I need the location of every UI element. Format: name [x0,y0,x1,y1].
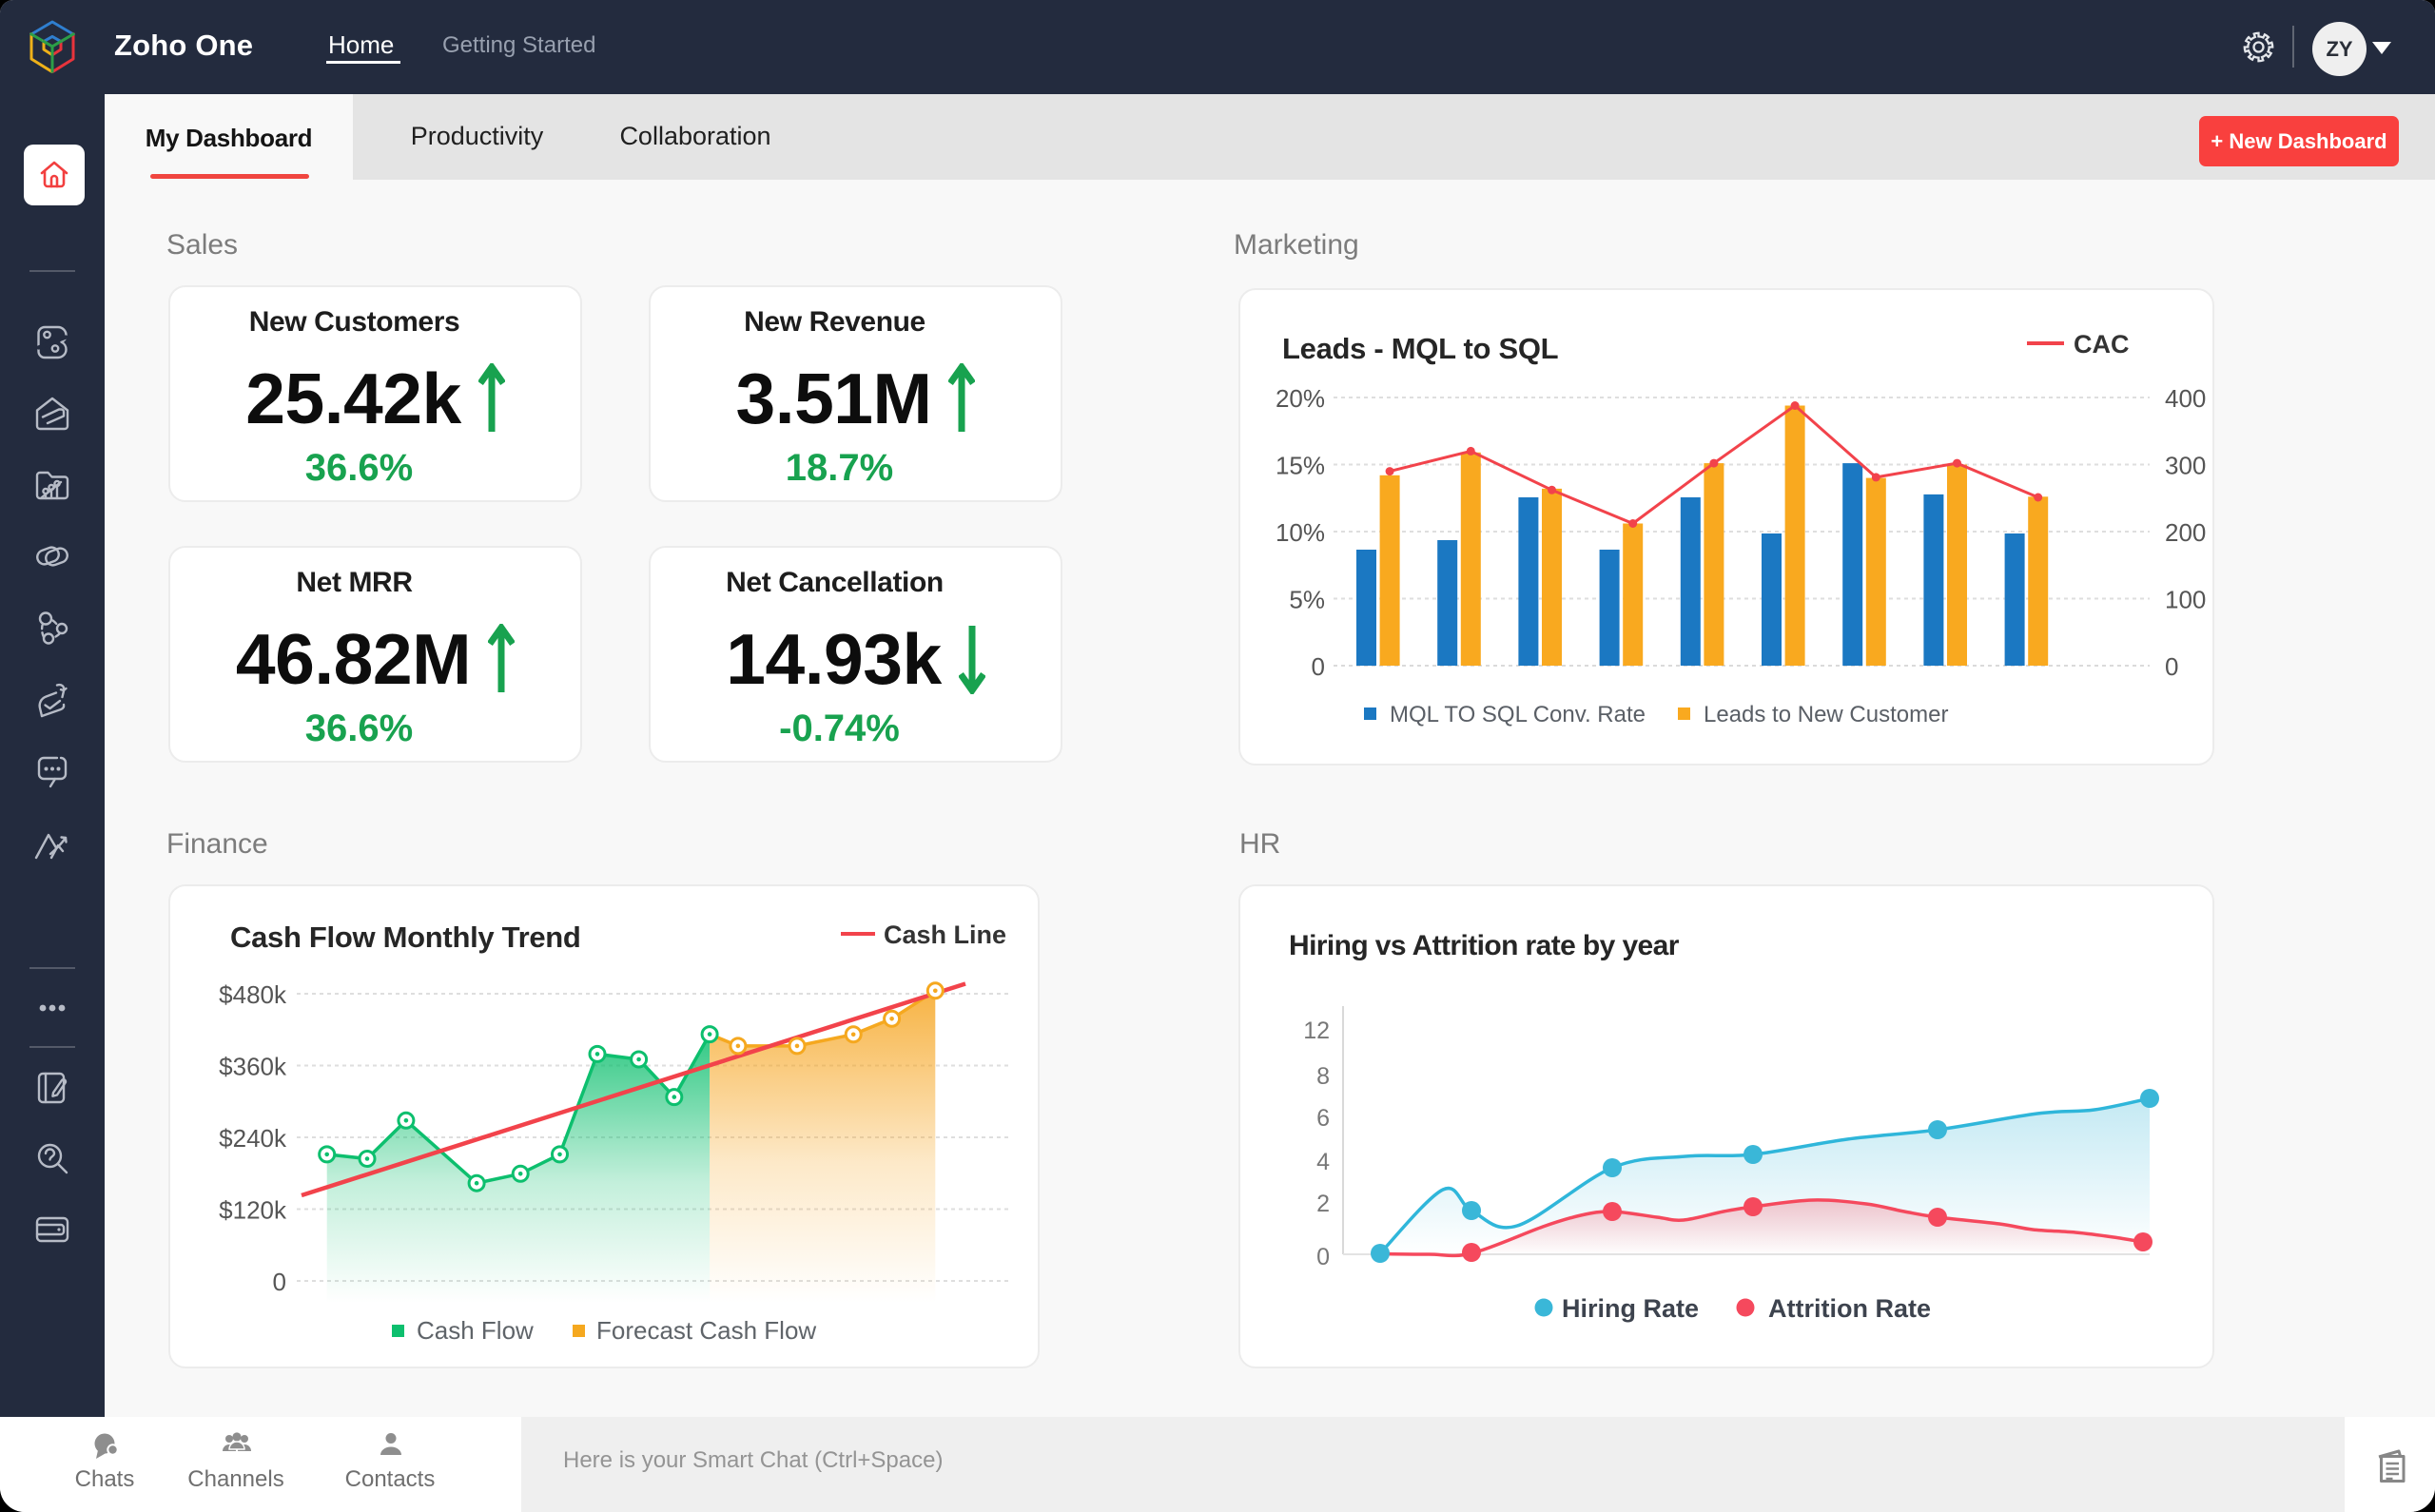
svg-text:400: 400 [2165,384,2206,413]
svg-text:Cash Flow Monthly Trend: Cash Flow Monthly Trend [230,921,581,954]
svg-text:$120k: $120k [219,1196,287,1225]
svg-text:0: 0 [1312,652,1325,681]
svg-text:2: 2 [1316,1191,1330,1217]
svg-text:300: 300 [2165,452,2206,480]
svg-text:200: 200 [2165,518,2206,547]
svg-text:6: 6 [1316,1105,1330,1132]
svg-text:0: 0 [1316,1244,1330,1270]
svg-text:MQL TO SQL Conv. Rate: MQL TO SQL Conv. Rate [1390,702,1646,727]
svg-text:Forecast Cash Flow: Forecast Cash Flow [596,1316,816,1345]
svg-text:Cash Line: Cash Line [884,921,1006,949]
svg-text:100: 100 [2165,586,2206,614]
svg-text:CAC: CAC [2074,330,2130,359]
svg-text:Hiring Rate: Hiring Rate [1562,1294,1699,1323]
svg-text:Leads to New Customer: Leads to New Customer [1704,702,1948,727]
svg-text:20%: 20% [1276,384,1325,413]
svg-text:$240k: $240k [219,1124,287,1153]
svg-text:4: 4 [1316,1149,1330,1175]
svg-text:$360k: $360k [219,1053,287,1081]
svg-text:Hiring vs Attrition rate by ye: Hiring vs Attrition rate by year [1289,930,1680,961]
svg-text:Attrition Rate: Attrition Rate [1768,1294,1931,1323]
svg-text:10%: 10% [1276,518,1325,547]
svg-text:Leads - MQL to SQL: Leads - MQL to SQL [1282,332,1558,365]
svg-text:Cash Flow: Cash Flow [417,1316,534,1345]
svg-text:0: 0 [2165,652,2178,681]
svg-text:$480k: $480k [219,980,287,1009]
svg-text:15%: 15% [1276,452,1325,480]
svg-text:5%: 5% [1289,586,1325,614]
svg-text:12: 12 [1303,1018,1330,1044]
svg-text:0: 0 [273,1268,286,1296]
svg-text:8: 8 [1316,1063,1330,1090]
